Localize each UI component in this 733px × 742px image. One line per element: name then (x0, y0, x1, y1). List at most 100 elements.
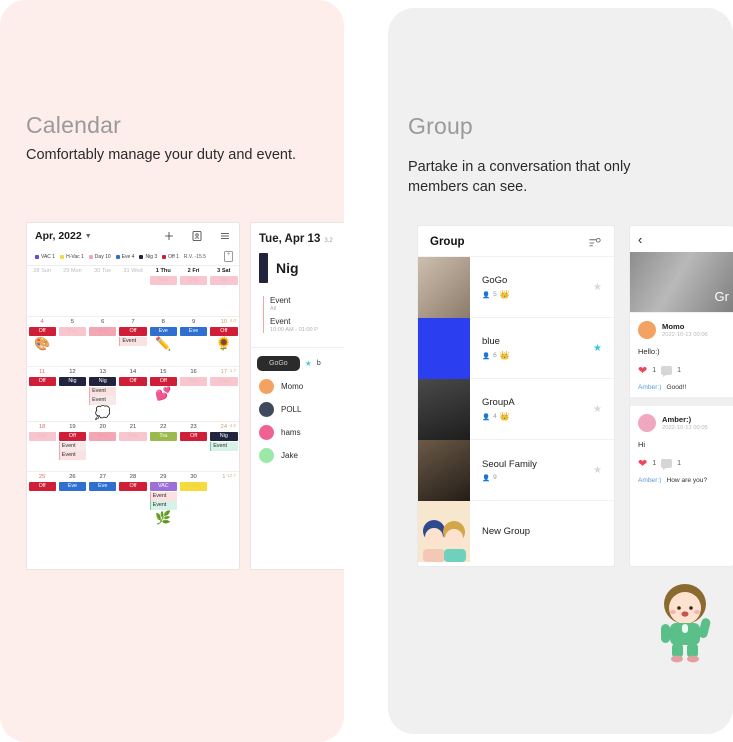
day-number: 16 (190, 369, 197, 375)
calendar-week-row: 1.7 11 Off 12 Nig 13 Nig Event Event 💭 14 Off 1… (27, 366, 239, 421)
calendar-day-cell[interactable] (27, 274, 57, 316)
event-chip: Event (149, 491, 177, 501)
calendar-day-cell[interactable]: 28 Off (118, 472, 148, 526)
calendar-day-cell[interactable]: 11 Off (27, 367, 57, 421)
new-document-icon[interactable] (224, 251, 233, 262)
calendar-day-cell[interactable]: 15 Off 💕 (148, 367, 178, 421)
favorite-star-icon[interactable]: ★ (593, 404, 602, 415)
shift-chip: Off (119, 482, 147, 491)
detail-shift: Nig (251, 249, 344, 289)
legend-item: VAC 1 (35, 254, 55, 260)
shift-chip: Nig (210, 432, 238, 441)
group-list-item[interactable]: GoGo 👤 5 👑 ★ (418, 256, 614, 318)
calendar-day-cell[interactable]: 17 Day (209, 367, 239, 421)
comment-icon[interactable] (661, 366, 673, 377)
calendar-day-cell[interactable]: Day (148, 274, 178, 316)
group-thumbnail (418, 439, 470, 501)
member-item[interactable]: Jake (251, 444, 344, 467)
calendar-day-cell[interactable]: 16 Day (178, 367, 208, 421)
calendar-day-cell[interactable]: Day (178, 274, 208, 316)
calendar-day-cell[interactable]: 18 Day (27, 422, 57, 471)
group-list-item[interactable]: GroupA 👤 4 👑 ★ (418, 378, 614, 440)
group-list-item[interactable]: New Group (418, 500, 614, 562)
group-tab[interactable]: b (317, 360, 321, 367)
member-item[interactable]: Momo (251, 375, 344, 398)
calendar-day-cell[interactable]: 25 Off (27, 472, 57, 526)
calendar-day-cell[interactable] (118, 274, 148, 316)
shift-chip: Eve (179, 327, 208, 336)
group-list-item[interactable]: blue 👤 6 👑 ★ (418, 317, 614, 379)
member-item[interactable]: POLL (251, 398, 344, 421)
calendar-day-cell[interactable]: 12 Nig (57, 367, 87, 421)
favorite-star-icon[interactable]: ★ (593, 282, 602, 293)
calendar-day-cell[interactable] (88, 274, 118, 316)
post-timestamp: 2022-10-13 00:06 (662, 332, 708, 338)
group-tab-active[interactable]: GoGo (257, 356, 300, 371)
calendar-day-cell[interactable]: Day (209, 274, 239, 316)
comment-icon[interactable] (661, 459, 673, 470)
chat-post[interactable]: Momo 2022-10-13 00:06 Hello:) ❤ 1 1 Ambe… (630, 312, 733, 397)
day-number: 12 (69, 369, 76, 375)
calendar-day-cell[interactable]: 29 VAC Event Event 🌿 (148, 472, 178, 526)
calendar-toolbar: Apr, 2022 ▼ (27, 223, 239, 249)
chat-screenshot: ‹ Gr Momo 2022-10-13 00:06 Hello:) ❤ 1 1… (630, 226, 733, 566)
shift-chip: Day (28, 432, 56, 441)
calendar-day-cell[interactable]: 30 H-Vac (178, 472, 208, 526)
like-count: 1 (652, 460, 657, 467)
calendar-day-cell[interactable]: 20 Day (88, 422, 118, 471)
heart-icon[interactable]: ❤ (638, 364, 647, 377)
event-chip: Event (149, 501, 177, 510)
calendar-day-cell[interactable]: 14 Off (118, 367, 148, 421)
settings-icon[interactable] (588, 237, 602, 248)
avatar (259, 379, 274, 394)
calendar-day-cell[interactable]: 27 Eve (88, 472, 118, 526)
calendar-day-cell[interactable]: 19 Off Event Event (57, 422, 87, 471)
calendar-day-cell[interactable]: 24 Nig Event (209, 422, 239, 471)
calendar-day-cell[interactable]: 23 Off (178, 422, 208, 471)
menu-icon[interactable] (219, 230, 231, 242)
heart-icon[interactable]: ❤ (638, 457, 647, 470)
calendar-day-cell[interactable]: 1 (209, 472, 239, 526)
day-number: 24 (220, 424, 228, 430)
detail-event-title[interactable]: Event (270, 317, 344, 326)
id-badge-icon[interactable] (191, 230, 203, 242)
crown-icon: 👑 (499, 351, 510, 360)
detail-event-title[interactable]: Event (270, 296, 344, 305)
month-selector[interactable]: Apr, 2022 ▼ (35, 230, 92, 242)
comment-count: 1 (677, 460, 682, 467)
shift-chip: Off (119, 377, 147, 386)
calendar-day-cell[interactable]: 6 Day (88, 317, 118, 366)
shift-color-bar (259, 253, 268, 283)
shift-chip: Day (58, 327, 87, 336)
group-thumbnail (418, 256, 470, 318)
comment-text: How are you? (666, 477, 708, 484)
group-name: Seoul Family (482, 458, 537, 470)
back-chevron-icon[interactable]: ‹ (638, 232, 642, 247)
page-subtitle-group: Partake in a conversation that only memb… (408, 159, 631, 195)
event-chip: Event (58, 451, 87, 460)
calendar-day-cell[interactable] (57, 274, 87, 316)
calendar-day-cell[interactable]: 10 Off 🌻 (209, 317, 239, 366)
calendar-week-row: -12.7 25 Off 26 Eve 27 Eve 28 Off 29 VAC Event… (27, 471, 239, 526)
favorite-star-icon[interactable]: ★ (593, 465, 602, 476)
calendar-day-cell[interactable]: 26 Eve (57, 472, 87, 526)
chat-topbar: ‹ (630, 226, 733, 252)
member-item[interactable]: hams (251, 421, 344, 444)
calendar-day-cell[interactable]: 7 Off Event (118, 317, 148, 366)
favorite-star-icon[interactable]: ★ (593, 343, 602, 354)
calendar-day-cell[interactable]: 5 Day (57, 317, 87, 366)
calendar-day-cell[interactable]: 8 Eve ✏️ (148, 317, 178, 366)
plus-icon[interactable] (163, 230, 175, 242)
shift-chip: Day (89, 327, 117, 336)
calendar-day-cell[interactable]: 13 Nig Event Event 💭 (88, 367, 118, 421)
calendar-day-cell[interactable]: 9 Eve (178, 317, 208, 366)
calendar-day-cell[interactable]: 21 Day (118, 422, 148, 471)
calendar-day-cell[interactable]: 22 Tra (148, 422, 178, 471)
chat-post[interactable]: Amber:) 2022-10-13 00:05 Hi ❤ 1 1 Amber:… (630, 405, 733, 490)
star-icon[interactable]: ★ (305, 359, 312, 368)
shift-chip: Day (149, 276, 177, 285)
group-list-item[interactable]: Seoul Family 👤 9 ★ (418, 439, 614, 501)
legend-label: Nig 3 (145, 253, 158, 260)
day-number: 30 (190, 474, 197, 480)
calendar-day-cell[interactable]: 4 Off 🎨 (27, 317, 57, 366)
